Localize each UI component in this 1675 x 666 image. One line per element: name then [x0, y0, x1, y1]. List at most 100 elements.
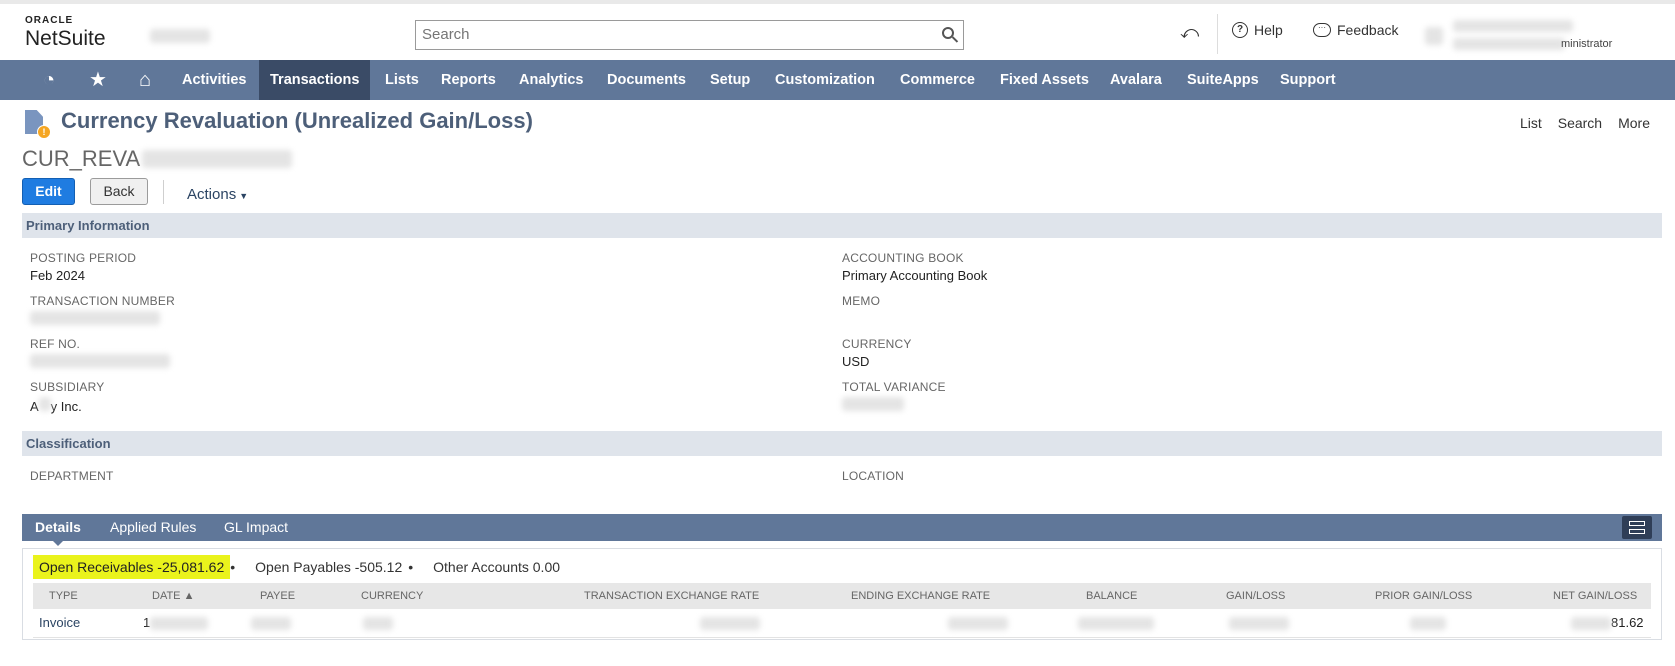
record-number-prefix: CUR_REVA [22, 146, 141, 171]
nav-analytics[interactable]: Analytics [508, 60, 594, 100]
posting-period-value: Feb 2024 [30, 268, 85, 283]
user-account-redacted [1453, 38, 1565, 50]
back-button[interactable]: Back [90, 178, 148, 205]
netsuite-logo[interactable]: ORACLE NetSuite [25, 16, 106, 50]
posting-period-label: POSTING PERIOD [30, 251, 137, 265]
recent-records-icon[interactable]: ⤺ [1180, 22, 1199, 43]
record-number: CUR_REVA [22, 146, 293, 172]
help-link[interactable]: ? Help [1232, 22, 1283, 38]
transaction-number-redacted [30, 311, 160, 325]
nav-transactions[interactable]: Transactions [259, 60, 371, 100]
subtab-other-accounts[interactable]: Other Accounts 0.00 [427, 555, 566, 579]
row-ending-exchange-rate [948, 609, 1008, 637]
actions-menu[interactable]: Actions ▼ [187, 186, 248, 203]
layout-toggle-icon[interactable] [1622, 516, 1652, 539]
col-transaction-exchange-rate[interactable]: TRANSACTION EXCHANGE RATE [584, 583, 759, 609]
user-name-redacted [1453, 20, 1573, 32]
user-role: ministrator [1561, 38, 1613, 50]
row-balance-redacted [1078, 617, 1154, 631]
nav-avalara[interactable]: Avalara [1099, 60, 1173, 100]
global-search [415, 20, 964, 50]
col-ending-exchange-rate[interactable]: ENDING EXCHANGE RATE [851, 583, 990, 609]
home-icon[interactable]: ⌂ [131, 67, 159, 93]
row-net-gain-loss-redacted [1571, 617, 1611, 631]
row-date-prefix: 1 [143, 615, 151, 630]
record-number-redacted [142, 150, 293, 168]
help-icon: ? [1232, 22, 1248, 38]
star-icon[interactable]: ★ [84, 67, 112, 93]
col-balance[interactable]: BALANCE [1086, 583, 1137, 609]
accounting-book-label: ACCOUNTING BOOK [842, 251, 964, 265]
row-net-gain-loss: 81.62 [1571, 609, 1644, 637]
ref-no-redacted [30, 354, 170, 368]
nav-support[interactable]: Support [1269, 60, 1347, 100]
company-name-redacted [150, 29, 210, 43]
tab-applied-rules[interactable]: Applied Rules [110, 514, 196, 541]
help-label: Help [1254, 22, 1283, 38]
col-date[interactable]: DATE ▲ [152, 583, 194, 609]
row-prior-gain-loss-redacted [1410, 617, 1446, 631]
nav-activities[interactable]: Activities [171, 60, 257, 100]
subtab-separator: • [408, 559, 414, 575]
record-links: List Search More [1520, 115, 1650, 131]
actions-label: Actions [187, 186, 237, 203]
nav-lists[interactable]: Lists [374, 60, 430, 100]
nav-customization[interactable]: Customization [764, 60, 886, 100]
tab-details[interactable]: Details [35, 514, 81, 546]
accounting-book-field: ACCOUNTING BOOK Primary Accounting Book [842, 251, 987, 283]
row-date-redacted [150, 617, 209, 631]
nav-fixed-assets[interactable]: Fixed Assets [989, 60, 1100, 100]
col-prior-gain-loss[interactable]: PRIOR GAIN/LOSS [1375, 583, 1472, 609]
logo-netsuite-text: NetSuite [25, 27, 106, 50]
tab-gl-impact[interactable]: GL Impact [224, 514, 288, 541]
search-icon[interactable] [942, 27, 954, 39]
transaction-number-field: TRANSACTION NUMBER [30, 294, 175, 328]
row-gain-loss-redacted [1229, 617, 1289, 631]
subsidiary-value[interactable]: Ay Inc. [30, 397, 104, 414]
location-field: LOCATION [842, 469, 904, 483]
nav-commerce[interactable]: Commerce [889, 60, 986, 100]
record-tabs: Details Applied Rules GL Impact [22, 514, 1662, 546]
subsidiary-prefix: A [30, 399, 39, 414]
subtab-separator: • [230, 559, 236, 575]
col-gain-loss[interactable]: GAIN/LOSS [1226, 583, 1285, 609]
row-type-link[interactable]: Invoice [39, 609, 80, 637]
search-input[interactable] [416, 21, 928, 47]
total-variance-redacted [842, 397, 904, 411]
nav-reports[interactable]: Reports [430, 60, 507, 100]
memo-label: MEMO [842, 294, 881, 308]
location-label: LOCATION [842, 469, 905, 483]
edit-button[interactable]: Edit [22, 178, 75, 205]
nav-documents[interactable]: Documents [596, 60, 697, 100]
nav-suiteapps[interactable]: SuiteApps [1176, 60, 1270, 100]
subsidiary-field: SUBSIDIARY Ay Inc. [30, 380, 104, 414]
feedback-link[interactable]: ··· Feedback [1313, 22, 1398, 38]
col-type[interactable]: TYPE [49, 583, 78, 609]
list-link[interactable]: List [1520, 115, 1542, 131]
header-divider [1217, 14, 1218, 54]
classification-header[interactable]: Classification [22, 431, 1662, 456]
transaction-number-label: TRANSACTION NUMBER [30, 294, 175, 308]
col-currency[interactable]: CURRENCY [361, 583, 423, 609]
search-link[interactable]: Search [1558, 115, 1602, 131]
recent-icon[interactable]: ◔ [35, 67, 63, 93]
col-net-gain-loss[interactable]: NET GAIN/LOSS [1553, 583, 1637, 609]
total-variance-label: TOTAL VARIANCE [842, 380, 946, 394]
feedback-icon: ··· [1313, 23, 1331, 37]
open-receivables-label: Open Receivables -25,081.62 [39, 559, 225, 575]
total-variance-field: TOTAL VARIANCE [842, 380, 946, 414]
subtab-open-receivables[interactable]: Open Receivables -25,081.62 [33, 555, 231, 579]
details-panel: Open Receivables -25,081.62 • Open Payab… [22, 548, 1662, 640]
warning-badge-icon: ! [37, 125, 51, 139]
open-payables-label: Open Payables -505.12 [255, 559, 403, 575]
subtab-open-payables[interactable]: Open Payables -505.12 [249, 555, 408, 579]
row-currency [363, 609, 393, 637]
feedback-label: Feedback [1337, 22, 1399, 38]
primary-information-header[interactable]: Primary Information [22, 213, 1662, 238]
col-payee[interactable]: PAYEE [260, 583, 295, 609]
button-divider [163, 180, 164, 204]
user-menu[interactable]: ministrator [1425, 18, 1650, 54]
nav-setup[interactable]: Setup [699, 60, 761, 100]
more-link[interactable]: More [1618, 115, 1650, 131]
ref-no-field: REF NO. [30, 337, 170, 371]
